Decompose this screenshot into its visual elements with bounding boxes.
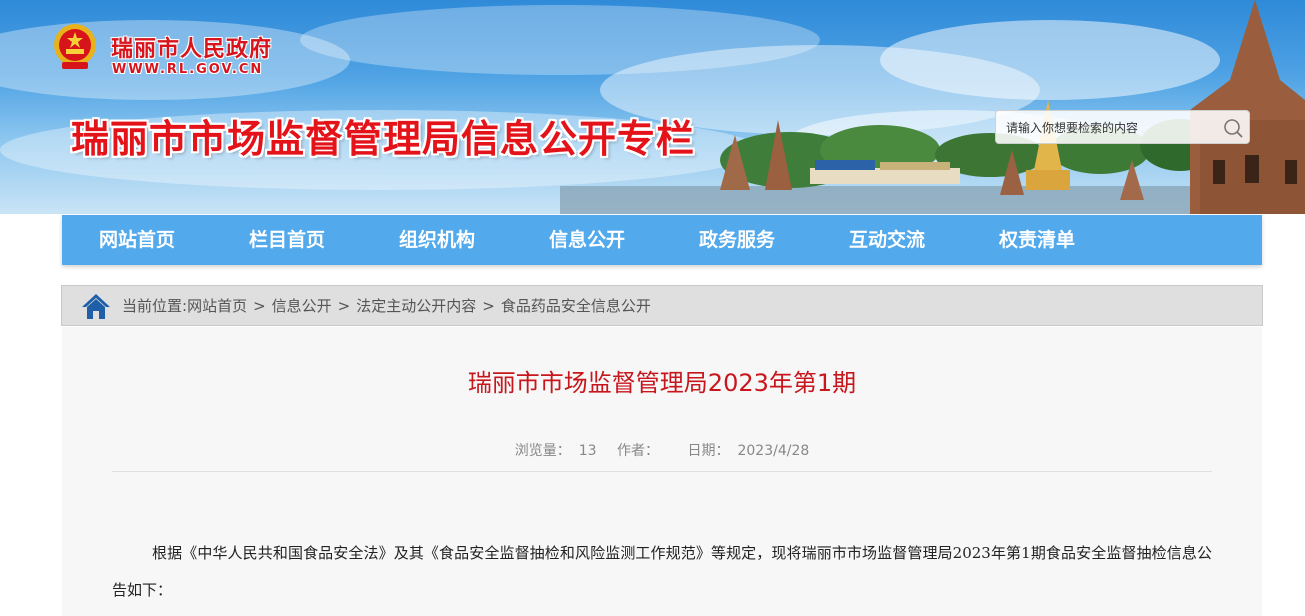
- breadcrumb-food-drug-safety[interactable]: 食品药品安全信息公开: [501, 295, 651, 316]
- date-value: 2023/4/28: [737, 443, 810, 459]
- header-banner: 瑞丽市人民政府 WWW.RL.GOV.CN 瑞丽市市场监督管理局信息公开专栏: [0, 0, 1305, 214]
- views-count: 13: [578, 443, 597, 459]
- home-icon: [82, 293, 110, 319]
- date-meta: 日期： 2023/4/28: [683, 443, 813, 459]
- search-icon[interactable]: [1222, 117, 1244, 139]
- breadcrumb-home[interactable]: 网站首页: [187, 295, 247, 316]
- article-meta: 浏览量： 13 作者： 日期： 2023/4/28: [62, 440, 1262, 460]
- date-label: 日期：: [687, 443, 730, 459]
- breadcrumb-separator: >: [337, 296, 351, 315]
- article-body: 根据《中华人民共和国食品安全法》及其《食品安全监督抽检和风险监测工作规范》等规定…: [112, 544, 1212, 599]
- article-container: 瑞丽市市场监督管理局2023年第1期 浏览量： 13 作者： 日期： 2023/4/…: [62, 327, 1262, 616]
- nav-item-organization[interactable]: 组织机构: [362, 215, 512, 265]
- national-emblem-icon: [54, 24, 96, 69]
- breadcrumb: 当前位置: 网站首页 > 信息公开 > 法定主动公开内容 > 食品药品安全信息公…: [61, 285, 1263, 326]
- search-input[interactable]: [1004, 117, 1218, 139]
- breadcrumb-separator: >: [482, 296, 495, 315]
- nav-item-info-disclosure[interactable]: 信息公开: [512, 215, 662, 265]
- main-nav: 网站首页 栏目首页 组织机构 信息公开 政务服务 互动交流 权责清单: [62, 215, 1262, 265]
- breadcrumb-info-disclosure[interactable]: 信息公开: [272, 295, 332, 316]
- site-url[interactable]: WWW.RL.GOV.CN: [112, 62, 263, 77]
- breadcrumb-prefix: 当前位置:: [122, 297, 188, 315]
- article-title: 瑞丽市市场监督管理局2023年第1期: [467, 369, 857, 397]
- site-name[interactable]: 瑞丽市人民政府: [111, 31, 272, 63]
- search-box: [995, 110, 1250, 144]
- views-label: 浏览量：: [514, 443, 571, 459]
- nav-item-interaction[interactable]: 互动交流: [812, 215, 962, 265]
- nav-item-column-home[interactable]: 栏目首页: [212, 215, 362, 265]
- nav-item-power-list[interactable]: 权责清单: [962, 215, 1112, 265]
- column-title: 瑞丽市市场监督管理局信息公开专栏: [71, 117, 696, 161]
- breadcrumb-separator: >: [253, 296, 266, 315]
- views-meta: 浏览量： 13: [511, 443, 601, 459]
- nav-item-home[interactable]: 网站首页: [62, 215, 212, 265]
- nav-item-gov-services[interactable]: 政务服务: [662, 215, 812, 265]
- breadcrumb-statutory-content[interactable]: 法定主动公开内容: [356, 295, 476, 316]
- author-label: 作者：: [617, 443, 660, 459]
- author-meta: 作者：: [613, 443, 671, 459]
- meta-divider: [112, 471, 1212, 472]
